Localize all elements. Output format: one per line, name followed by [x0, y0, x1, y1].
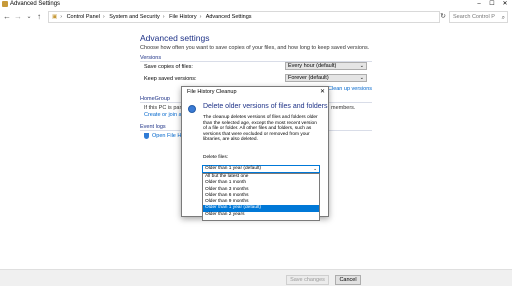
cancel-button[interactable]: Cancel — [335, 275, 361, 285]
delete-files-select[interactable]: Older than 1 year (default) ⌄ — [202, 165, 320, 173]
search-input[interactable] — [453, 12, 495, 22]
forward-arrow-icon[interactable]: → — [13, 12, 23, 22]
breadcrumb-system-security[interactable]: System and Security — [109, 14, 159, 20]
breadcrumb[interactable]: ▣ › Control Panel › System and Security › F… — [48, 11, 440, 23]
delete-files-dropdown-list: All but the latest one Older than 1 mont… — [202, 173, 320, 221]
address-bar: ← → ⌄ ↑ ▣ › Control Panel › System and Sec… — [0, 10, 512, 24]
save-copies-value: Every hour (default) — [288, 63, 337, 69]
shield-icon — [144, 133, 149, 139]
app-icon — [2, 1, 8, 7]
description-line: of a file or folder. All other files and… — [203, 126, 312, 132]
dialog-heading: Delete older versions of files and folde… — [203, 103, 328, 110]
refresh-icon[interactable]: ↻ — [438, 12, 448, 22]
page-title: Advanced settings — [140, 33, 210, 43]
dialog-close-icon[interactable]: ✕ — [320, 87, 325, 98]
file-history-icon — [188, 105, 196, 113]
chevron-down-icon: ⌄ — [359, 75, 364, 81]
search-icon: ⌕ — [501, 15, 505, 21]
page-description: Choose how often you want to save copies… — [140, 45, 370, 51]
save-copies-label: Save copies of files: — [144, 64, 193, 70]
minimize-button[interactable]: – — [473, 0, 485, 9]
up-arrow-icon[interactable]: ↑ — [34, 12, 44, 22]
window-titlebar: Advanced Settings – ☐ ✕ — [0, 0, 512, 9]
delete-files-label: Delete files: — [203, 155, 229, 160]
save-copies-select[interactable]: Every hour (default) ⌄ — [285, 62, 367, 70]
dropdown-option[interactable]: Older than 2 years — [203, 212, 319, 218]
breadcrumb-advanced-settings[interactable]: Advanced Settings — [206, 14, 252, 20]
keep-versions-value: Forever (default) — [288, 75, 329, 81]
window-title: Advanced Settings — [10, 1, 61, 7]
description-line: libraries, are also deleted. — [203, 137, 258, 143]
dialog-titlebar: File History Cleanup ✕ — [182, 87, 328, 98]
description-line: The cleanup deletes versions of files an… — [203, 115, 318, 120]
keep-versions-label: Keep saved versions: — [144, 76, 197, 82]
delete-files-selected: Older than 1 year (default) — [205, 166, 261, 171]
recent-locations-chevron-icon[interactable]: ⌄ — [24, 12, 34, 22]
dialog-title: File History Cleanup — [187, 89, 237, 95]
footer-bar: Save changes Cancel — [0, 269, 512, 286]
dialog-description: The cleanup deletes versions of files an… — [203, 115, 323, 143]
breadcrumb-control-panel[interactable]: Control Panel — [67, 14, 100, 20]
save-changes-button[interactable]: Save changes — [286, 275, 329, 285]
close-button[interactable]: ✕ — [499, 0, 511, 9]
chevron-down-icon: ⌄ — [359, 63, 364, 69]
chevron-down-icon: ⌄ — [313, 166, 317, 171]
search-box[interactable]: ⌕ — [449, 11, 508, 23]
breadcrumb-file-history[interactable]: File History — [169, 14, 197, 20]
back-arrow-icon[interactable]: ← — [2, 12, 12, 22]
keep-versions-select[interactable]: Forever (default) ⌄ — [285, 74, 367, 82]
maximize-button[interactable]: ☐ — [486, 0, 498, 9]
clean-up-versions-link[interactable]: Clean up versions — [328, 86, 372, 92]
breadcrumb-folder-icon: ▣ — [52, 14, 58, 20]
homegroup-text-right: members. — [331, 105, 356, 111]
